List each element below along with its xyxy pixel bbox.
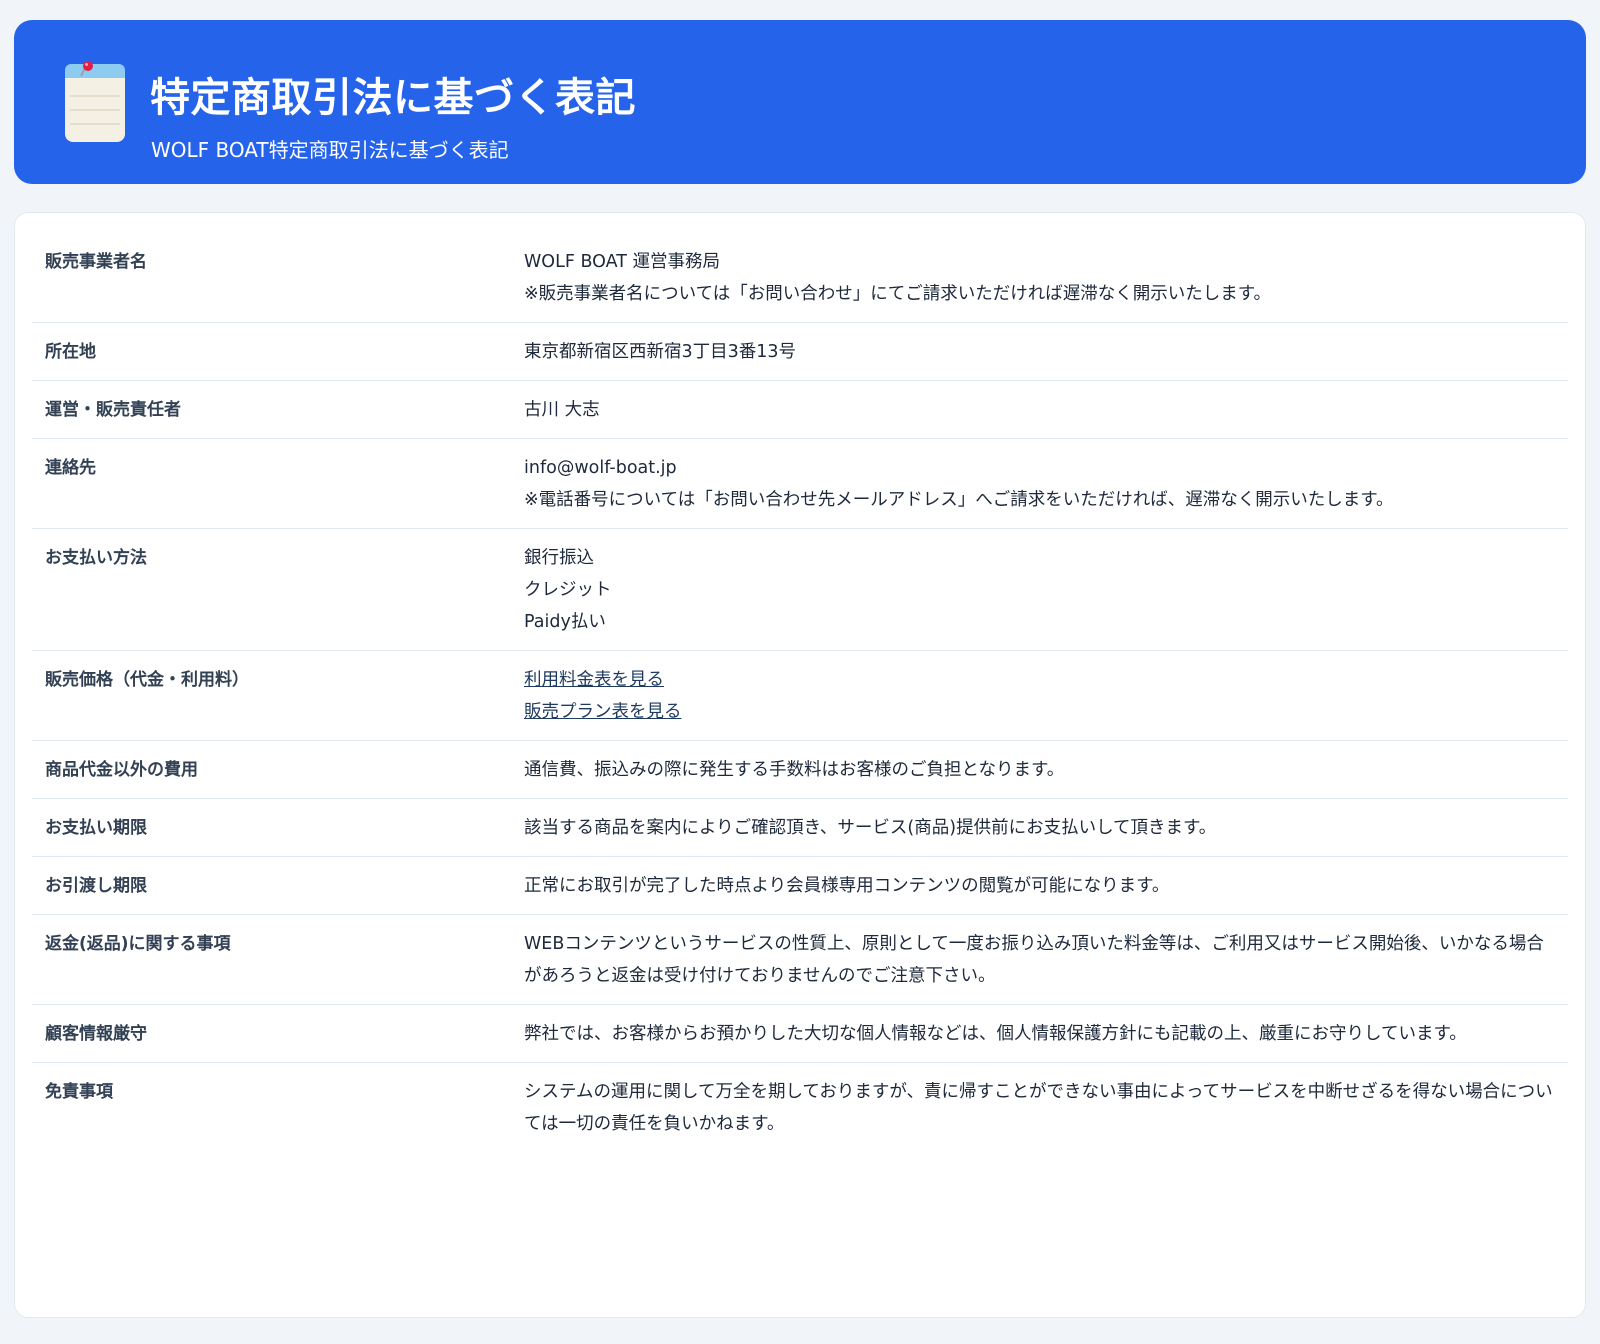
row-value: 銀行振込 クレジット Paidy払い [524,542,1568,638]
value-line: WOLF BOAT 運営事務局 [524,252,720,272]
value-line: 正常にお取引が完了した時点より会員様専用コンテンツの閲覧が可能になります。 [524,876,1170,896]
row-label: お引渡し期限 [45,876,147,896]
row-label: 返金(返品)に関する事項 [45,934,231,954]
row-label: 販売価格（代金・利用料） [45,670,249,690]
value-line: システムの運用に関して万全を期しておりますが、責に帰すことができない事由によって… [524,1082,1553,1134]
row-label: 販売事業者名 [45,252,147,272]
row-address: 所在地 東京都新宿区西新宿3丁目3番13号 [32,323,1568,381]
row-price: 販売価格（代金・利用料） 利用料金表を見る 販売プラン表を見る [32,651,1568,741]
row-privacy: 顧客情報厳守 弊社では、お客様からお預かりした大切な個人情報などは、個人情報保護… [32,1005,1568,1063]
row-seller-name: 販売事業者名 WOLF BOAT 運営事務局 ※販売事業者名については「お問い合… [32,233,1568,323]
row-contact: 連絡先 info@wolf-boat.jp ※電話番号については「お問い合わせ先… [32,439,1568,529]
row-label: 免責事項 [45,1082,113,1102]
row-value: WOLF BOAT 運営事務局 ※販売事業者名については「お問い合わせ」にてご請… [524,246,1568,310]
legal-notice-table: 販売事業者名 WOLF BOAT 運営事務局 ※販売事業者名については「お問い合… [32,233,1568,1152]
row-label: 運営・販売責任者 [45,400,181,420]
row-payment-deadline: お支払い期限 該当する商品を案内によりご確認頂き、サービス(商品)提供前にお支払… [32,799,1568,857]
row-value: 弊社では、お客様からお預かりした大切な個人情報などは、個人情報保護方針にも記載の… [524,1018,1568,1050]
value-line: 通信費、振込みの際に発生する手数料はお客様のご負担となります。 [524,760,1065,780]
value-line: ※電話番号については「お問い合わせ先メールアドレス」へご請求をいただければ、遅滞… [524,490,1394,510]
sales-plan-link[interactable]: 販売プラン表を見る [524,696,1558,728]
row-label: 顧客情報厳守 [45,1024,147,1044]
payment-method: クレジット [524,580,612,600]
row-payment-methods: お支払い方法 銀行振込 クレジット Paidy払い [32,529,1568,651]
row-label: 連絡先 [45,458,96,478]
payment-method: 銀行振込 [524,548,594,568]
value-line: WEBコンテンツというサービスの性質上、原則として一度お振り込み頂いた料金等は、… [524,934,1544,986]
row-label: 商品代金以外の費用 [45,760,198,780]
row-delivery: お引渡し期限 正常にお取引が完了した時点より会員様専用コンテンツの閲覧が可能にな… [32,857,1568,915]
payment-method: Paidy払い [524,612,606,632]
page-title: 特定商取引法に基づく表記 [150,75,636,121]
row-value: 通信費、振込みの際に発生する手数料はお客様のご負担となります。 [524,754,1568,786]
row-value: システムの運用に関して万全を期しておりますが、責に帰すことができない事由によって… [524,1076,1568,1140]
row-label: お支払い期限 [45,818,147,838]
value-line: 弊社では、お客様からお預かりした大切な個人情報などは、個人情報保護方針にも記載の… [524,1024,1467,1044]
page-subtitle: WOLF BOAT特定商取引法に基づく表記 [151,138,509,162]
price-table-link[interactable]: 利用料金表を見る [524,664,1558,696]
row-refund: 返金(返品)に関する事項 WEBコンテンツというサービスの性質上、原則として一度… [32,915,1568,1005]
value-line: 該当する商品を案内によりご確認頂き、サービス(商品)提供前にお支払いして頂きます… [524,818,1217,838]
contact-email: info@wolf-boat.jp [524,458,677,478]
notepad-pushpin-icon [65,62,125,142]
row-label: 所在地 [45,342,96,362]
row-label: お支払い方法 [45,548,147,568]
row-other-fees: 商品代金以外の費用 通信費、振込みの際に発生する手数料はお客様のご負担となります… [32,741,1568,799]
value-line: 東京都新宿区西新宿3丁目3番13号 [524,342,797,362]
row-manager: 運営・販売責任者 古川 大志 [32,381,1568,439]
page-header: 特定商取引法に基づく表記 WOLF BOAT特定商取引法に基づく表記 [14,20,1586,184]
row-value: WEBコンテンツというサービスの性質上、原則として一度お振り込み頂いた料金等は、… [524,928,1568,992]
row-value: 利用料金表を見る 販売プラン表を見る [524,664,1568,728]
row-value: 古川 大志 [524,394,1568,426]
row-value: 東京都新宿区西新宿3丁目3番13号 [524,336,1568,368]
value-line: ※販売事業者名については「お問い合わせ」にてご請求いただければ遅滞なく開示いたし… [524,284,1272,304]
value-line: 古川 大志 [524,400,600,420]
legal-notice-card: 販売事業者名 WOLF BOAT 運営事務局 ※販売事業者名については「お問い合… [14,212,1586,1318]
row-disclaimer: 免責事項 システムの運用に関して万全を期しておりますが、責に帰すことができない事… [32,1063,1568,1152]
row-value: info@wolf-boat.jp ※電話番号については「お問い合わせ先メールア… [524,452,1568,516]
row-value: 該当する商品を案内によりご確認頂き、サービス(商品)提供前にお支払いして頂きます… [524,812,1568,844]
row-value: 正常にお取引が完了した時点より会員様専用コンテンツの閲覧が可能になります。 [524,870,1568,902]
